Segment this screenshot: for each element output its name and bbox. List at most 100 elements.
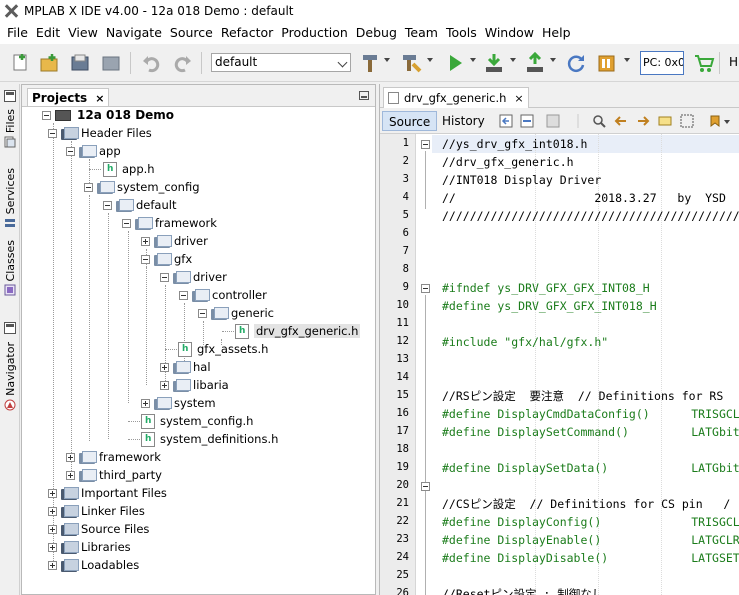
expand-icon[interactable] (160, 380, 169, 390)
code-line[interactable]: #define DisplayEnable() LATGCLR (442, 531, 739, 549)
redo-button[interactable] (169, 50, 195, 76)
code-line[interactable]: #include "gfx/hal/gfx.h" (442, 333, 608, 351)
tree-row-gfx-assets-h[interactable]: gfx_assets.h (178, 340, 268, 358)
sidebar-tab-services[interactable]: Services (2, 168, 18, 229)
collapse-icon[interactable] (66, 146, 75, 156)
tab-projects[interactable]: Projects × (27, 88, 110, 106)
tree-row-important-files[interactable]: Important Files (48, 484, 167, 502)
build-dropdown-arrow[interactable] (384, 58, 390, 62)
expand-icon[interactable] (141, 236, 150, 246)
run-dropdown-arrow[interactable] (470, 58, 476, 62)
collapse-icon[interactable] (103, 200, 112, 210)
open-project-button[interactable] (67, 50, 93, 76)
collapse-icon[interactable] (48, 128, 57, 138)
code-line[interactable]: #ifndef ys_DRV_GFX_GFX_INT08_H (442, 279, 650, 297)
tree-row-default[interactable]: default (103, 196, 176, 214)
undo-button[interactable] (139, 50, 165, 76)
last-edit-icon[interactable] (499, 114, 513, 128)
collapse-icon[interactable] (179, 290, 188, 300)
tree-row-loadables[interactable]: Loadables (48, 556, 139, 574)
cart-button[interactable] (691, 50, 717, 76)
tree-row-header-files[interactable]: Header Files (48, 124, 152, 142)
code-line[interactable]: //CSピン設定 // Definitions for CS pin / (442, 495, 730, 513)
navigator-collapse-icon[interactable] (4, 322, 16, 334)
fold-collapse-icon[interactable] (421, 482, 430, 491)
tree-row-system-config-h[interactable]: system_config.h (141, 412, 253, 430)
code-line[interactable]: //INT018 Display Driver (442, 171, 601, 189)
menu-team[interactable]: Team (401, 22, 442, 44)
collapse-icon[interactable] (84, 182, 93, 192)
forward-icon[interactable] (546, 114, 560, 128)
toggle-selection-icon[interactable] (680, 114, 694, 128)
fold-collapse-icon[interactable] (421, 140, 430, 149)
code-line[interactable]: // 2018.3.27 by YSD (442, 189, 726, 207)
tree-row-system[interactable]: system (141, 394, 216, 412)
tree-row-gfx-driver[interactable]: driver (160, 268, 227, 286)
bookmark-dropdown-arrow[interactable] (724, 120, 730, 124)
read-device-button[interactable] (522, 50, 548, 76)
menu-file[interactable]: File (3, 22, 32, 44)
clean-build-dropdown-arrow[interactable] (427, 58, 433, 62)
tree-row-framework-root[interactable]: framework (66, 448, 161, 466)
code-line[interactable]: //Resetピン設定 : 制御なし (442, 585, 603, 595)
code-line[interactable]: //drv_gfx_generic.h (442, 153, 574, 171)
sidebar-collapse-icon[interactable] (4, 90, 16, 102)
collapse-icon[interactable] (160, 272, 169, 282)
expand-icon[interactable] (48, 542, 57, 552)
sidebar-tab-classes[interactable]: Classes (2, 240, 18, 296)
expand-icon[interactable] (48, 506, 57, 516)
sidebar-tab-files[interactable]: Files (2, 109, 18, 148)
code-line[interactable]: #define DisplayDisable() LATGSET (442, 549, 739, 567)
menu-navigate[interactable]: Navigate (102, 22, 166, 44)
tree-row-project[interactable]: 12a 018 Demo (42, 106, 174, 124)
collapse-icon[interactable] (122, 218, 131, 228)
expand-icon[interactable] (141, 398, 150, 408)
close-icon[interactable]: × (514, 92, 523, 105)
tab-drv-gfx-generic-h[interactable]: drv_gfx_generic.h × (383, 87, 529, 108)
run-button[interactable] (442, 50, 468, 76)
debug-main-button[interactable] (594, 50, 620, 76)
bookmark-icon[interactable] (708, 114, 722, 128)
code-line[interactable]: ////////////////////////////////////////… (442, 207, 739, 225)
find-next-icon[interactable] (636, 114, 650, 128)
tree-row-app[interactable]: app (66, 142, 121, 160)
program-device-button[interactable] (481, 50, 507, 76)
toggle-highlight-icon[interactable] (658, 114, 672, 128)
debug-dropdown-arrow[interactable] (624, 58, 630, 62)
code-line[interactable]: #define ys_DRV_GFX_GFX_INT018_H (442, 297, 657, 315)
find-icon[interactable] (592, 114, 606, 128)
menu-window[interactable]: Window (481, 22, 538, 44)
menu-production[interactable]: Production (277, 22, 352, 44)
reset-button[interactable] (563, 50, 589, 76)
program-dropdown-arrow[interactable] (510, 58, 516, 62)
menu-source[interactable]: Source (166, 22, 217, 44)
tree-row-framework[interactable]: framework (122, 214, 217, 232)
tree-row-app-h[interactable]: app.h (103, 160, 155, 178)
tab-source[interactable]: Source (382, 111, 438, 131)
menu-view[interactable]: View (64, 22, 102, 44)
tree-row-source-files[interactable]: Source Files (48, 520, 149, 538)
expand-icon[interactable] (48, 524, 57, 534)
clean-build-button[interactable] (398, 50, 424, 76)
menu-tools[interactable]: Tools (442, 22, 481, 44)
configuration-select[interactable]: default (211, 53, 351, 72)
new-project-button[interactable] (36, 50, 62, 76)
tree-row-libaria[interactable]: libaria (160, 376, 229, 394)
code-line[interactable]: #define DisplaySetCommand() LATGbit (442, 423, 739, 441)
tree-row-third-party[interactable]: third_party (66, 466, 162, 484)
menu-edit[interactable]: Edit (32, 22, 64, 44)
tab-history[interactable]: History (437, 111, 490, 131)
build-button[interactable] (357, 50, 383, 76)
expand-icon[interactable] (160, 362, 169, 372)
minimize-panel-button[interactable] (359, 91, 369, 100)
expand-icon[interactable] (66, 452, 75, 462)
menu-debug[interactable]: Debug (352, 22, 401, 44)
menu-help[interactable]: Help (538, 22, 575, 44)
collapse-icon[interactable] (198, 308, 207, 318)
new-file-button[interactable] (8, 50, 34, 76)
close-project-button[interactable] (98, 50, 124, 76)
code-line[interactable]: #define DisplaySetData() LATGbit (442, 459, 739, 477)
collapse-icon[interactable] (42, 110, 51, 120)
sidebar-tab-navigator[interactable]: Navigator (2, 342, 18, 411)
expand-icon[interactable] (66, 470, 75, 480)
